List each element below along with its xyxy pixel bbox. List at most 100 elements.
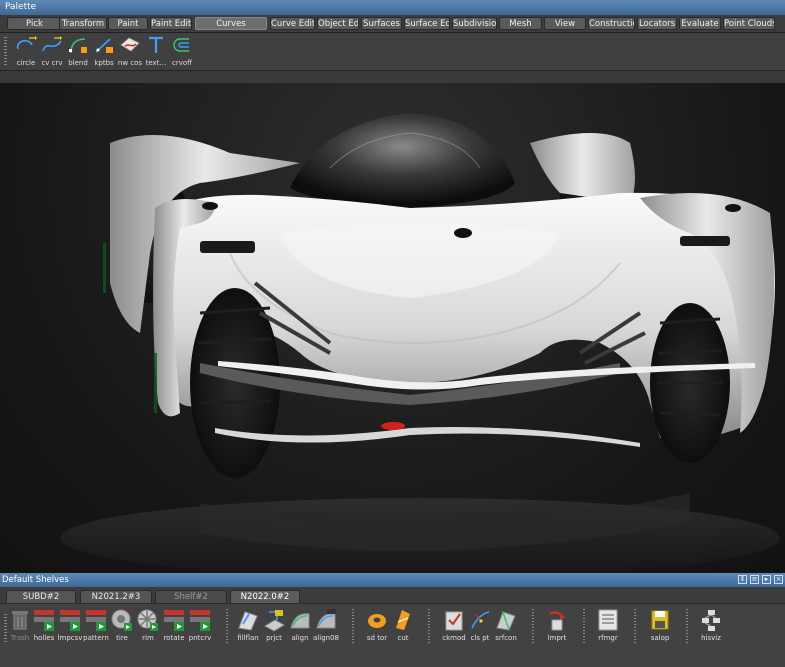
palette-title: Palette xyxy=(5,2,37,12)
tool-label: crvoff xyxy=(172,59,192,67)
shelf-tab-bar: SUBD#2 N2021.2#3 Shelf#2 N2022.0#2 xyxy=(0,587,785,603)
import-csv-macro-icon xyxy=(60,610,80,631)
blend-curve-icon xyxy=(69,38,87,54)
shelf-separator xyxy=(686,609,688,645)
torus-icon xyxy=(368,614,386,628)
tab-locators[interactable]: Locators xyxy=(637,17,677,30)
menu-icon[interactable]: ≡ xyxy=(750,575,759,584)
tab-point-clouds[interactable]: Point Clouds xyxy=(723,17,775,30)
shelf-tab-n2021[interactable]: N2021.2#3 xyxy=(80,590,152,603)
shelf-lmprt[interactable]: lmprt xyxy=(545,608,569,648)
rotate-macro-icon xyxy=(164,610,184,631)
keypoint-curve-icon xyxy=(95,38,113,53)
circle-curve-icon xyxy=(16,36,37,50)
shelf-salop[interactable]: salop xyxy=(648,608,672,648)
surface-continuity-icon xyxy=(496,611,516,631)
shelf-pntcrv[interactable]: pntcrv xyxy=(188,608,212,648)
play-icon[interactable]: ▸ xyxy=(762,575,771,584)
tab-view[interactable]: View xyxy=(544,17,586,30)
shelf-cut[interactable]: cut xyxy=(391,608,415,648)
cut-icon xyxy=(396,610,410,630)
cv-curve-icon xyxy=(42,36,62,52)
tab-curve-edit[interactable]: Curve Edit xyxy=(270,17,315,30)
shelf-prjct[interactable]: prjct xyxy=(262,608,286,648)
shelf-label: cut xyxy=(397,634,409,642)
tab-evaluate[interactable]: Evaluate xyxy=(679,17,721,30)
shelves-titlebar: Default Shelves ⇕ ≡ ▸ × xyxy=(0,573,785,587)
shelf-label: align08 xyxy=(313,634,339,642)
palette-tab-bar: Pick Transform Paint Paint Edit Curves C… xyxy=(0,15,785,33)
tire-macro-icon xyxy=(111,609,132,631)
tab-surfaces[interactable]: Surfaces xyxy=(361,17,402,30)
tab-transform[interactable]: Transform xyxy=(59,17,107,30)
shelf-srfcon[interactable]: srfcon xyxy=(494,608,518,648)
shelf-trash[interactable]: Trash xyxy=(8,608,32,648)
tab-mesh[interactable]: Mesh xyxy=(499,17,542,30)
tab-object-edit[interactable]: Object Edit xyxy=(317,17,359,30)
shelf-rfmgr[interactable]: rfmgr xyxy=(596,608,620,648)
shelf-pattern[interactable]: pattern xyxy=(83,608,109,648)
shelf-align08[interactable]: align08 xyxy=(313,608,339,648)
check-model-icon xyxy=(445,611,463,631)
close-icon[interactable]: × xyxy=(774,575,783,584)
shelf-cls-pt[interactable]: cls pt xyxy=(468,608,492,648)
tab-paint[interactable]: Paint xyxy=(108,17,148,30)
tab-pick[interactable]: Pick xyxy=(7,17,62,30)
rim-macro-icon xyxy=(137,609,158,631)
import-icon xyxy=(549,611,565,631)
palette-titlebar: Palette xyxy=(0,0,785,15)
closest-point-icon xyxy=(471,611,490,629)
shelf-separator xyxy=(583,609,585,645)
shelf-label: pntcrv xyxy=(188,634,212,642)
shelf-separator xyxy=(532,609,534,645)
tool-crvoff[interactable]: crvoff xyxy=(169,35,195,69)
shelf-fillflan[interactable]: fillflan xyxy=(236,608,260,648)
palette-footer xyxy=(0,71,785,83)
shelf-tab-shelf2[interactable]: Shelf#2 xyxy=(155,590,227,603)
tab-construction[interactable]: Construction xyxy=(588,17,635,30)
tab-subdivision[interactable]: Subdivision xyxy=(452,17,497,30)
tab-curves[interactable]: Curves xyxy=(195,17,267,30)
shelf-tab-subd2[interactable]: SUBD#2 xyxy=(6,590,76,603)
point-curve-macro-icon xyxy=(190,610,210,631)
shelves-title: Default Shelves xyxy=(2,575,69,585)
curve-offset-icon xyxy=(173,38,189,52)
shelf-rotate[interactable]: rotate xyxy=(162,608,186,648)
shelf-tire[interactable]: tire xyxy=(110,608,134,648)
shelf-hisviz[interactable]: hisviz xyxy=(699,608,723,648)
fillet-flange-icon xyxy=(238,611,258,631)
save-all-icon xyxy=(651,610,669,630)
text-curve-icon xyxy=(149,36,163,53)
shelf-toolbar: Trash holles lmpcsv pattern tire rim rot… xyxy=(0,603,785,667)
shelf-sd-tor[interactable]: sd tor xyxy=(365,608,389,648)
shelf-ckmod[interactable]: ckmod xyxy=(442,608,466,648)
shelf-lmpcsv[interactable]: lmpcsv xyxy=(58,608,82,648)
shelf-tab-n2022[interactable]: N2022.0#2 xyxy=(230,590,300,603)
align-icon xyxy=(290,613,310,629)
shelf-label: hisviz xyxy=(701,634,721,642)
shelf-separator xyxy=(634,609,636,645)
shelf-separator xyxy=(352,609,354,645)
new-cos-icon xyxy=(120,37,140,52)
palette-toolbar: circle cv crv blend kptbs nw cos text… c… xyxy=(0,33,785,71)
shelf-rim[interactable]: rim xyxy=(136,608,160,648)
modeling-viewport[interactable] xyxy=(0,83,785,573)
history-visualizer-icon xyxy=(702,610,720,631)
options-icon[interactable]: ⇕ xyxy=(738,575,747,584)
pattern-macro-icon xyxy=(86,610,106,631)
shelf-holles[interactable]: holles xyxy=(32,608,56,648)
shelf-label: rfmgr xyxy=(598,634,618,642)
tab-paint-edit[interactable]: Paint Edit xyxy=(150,17,192,30)
shelf-label: srfcon xyxy=(495,634,517,642)
shelf-align[interactable]: align xyxy=(288,608,312,648)
project-icon xyxy=(264,610,285,632)
shelf-label: lmprt xyxy=(547,634,567,642)
shelf-label: salop xyxy=(650,634,670,642)
holes-macro-icon xyxy=(34,610,54,631)
tab-surface-edit[interactable]: Surface Edit xyxy=(404,17,450,30)
shelf-separator xyxy=(428,609,430,645)
align08-icon xyxy=(316,609,336,629)
trash-icon xyxy=(12,611,28,630)
reference-manager-icon xyxy=(598,609,618,631)
car-render xyxy=(60,113,780,573)
